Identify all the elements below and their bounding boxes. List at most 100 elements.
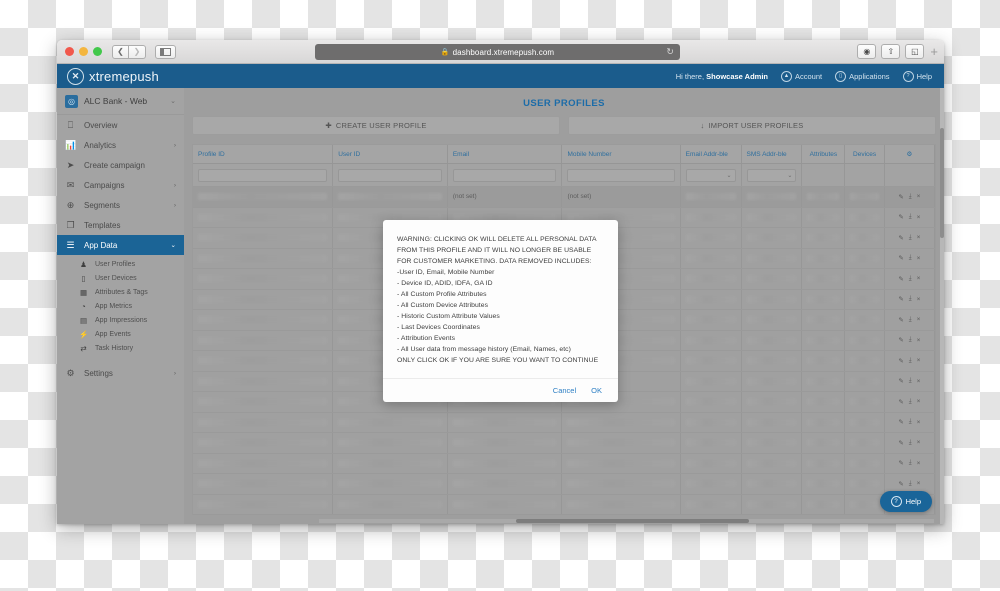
vertical-scrollbar[interactable] (940, 88, 944, 524)
column-header-sms-addressable[interactable]: SMS Addr-ble (741, 145, 803, 164)
sidebar-item-create-campaign[interactable]: ➤ Create campaign (57, 155, 184, 175)
export-profile-icon[interactable]: ⤓ (909, 439, 912, 447)
filter-email-addressable-select[interactable]: ⌄ (685, 168, 736, 182)
export-profile-icon[interactable]: ⤓ (909, 459, 912, 467)
delete-row-icon[interactable]: × (917, 357, 921, 364)
create-user-profile-button[interactable]: ✚ CREATE USER PROFILE (192, 116, 560, 135)
ok-button[interactable]: OK (591, 386, 602, 395)
sidebar-item-user-devices[interactable]: ▯ User Devices (57, 271, 184, 285)
edit-row-icon[interactable]: ✎ (898, 275, 903, 283)
delete-row-icon[interactable]: × (917, 296, 921, 303)
export-profile-icon[interactable]: ⤓ (909, 480, 912, 488)
column-header-profile-id[interactable]: Profile ID (193, 145, 334, 164)
delete-row-icon[interactable]: × (917, 255, 921, 262)
sidebar-item-templates[interactable]: ❐ Templates (57, 215, 184, 235)
export-profile-icon[interactable]: ⤓ (909, 377, 912, 385)
import-user-profiles-button[interactable]: ↓ IMPORT USER PROFILES (568, 116, 936, 135)
delete-row-icon[interactable]: × (917, 193, 921, 200)
delete-row-icon[interactable]: × (917, 337, 921, 344)
edit-row-icon[interactable]: ✎ (898, 193, 903, 201)
edit-row-icon[interactable]: ✎ (898, 336, 903, 344)
delete-row-icon[interactable]: × (917, 480, 921, 487)
column-header-email[interactable]: Email (447, 145, 563, 164)
app-selector[interactable]: ◎ ALC Bank - Web ⌄ (57, 88, 184, 115)
tab-overview-icon[interactable]: ◱ (905, 44, 925, 59)
delete-row-icon[interactable]: × (917, 398, 921, 405)
sidebar-toggle-button[interactable] (155, 44, 176, 59)
nav-account[interactable]: ▲ Account (781, 70, 822, 82)
column-header-attributes[interactable]: Attributes (801, 145, 846, 164)
export-profile-icon[interactable]: ⤓ (909, 213, 912, 221)
delete-row-icon[interactable]: × (917, 460, 921, 467)
export-profile-icon[interactable]: ⤓ (909, 254, 912, 262)
export-profile-icon[interactable]: ⤓ (909, 398, 912, 406)
delete-row-icon[interactable]: × (917, 378, 921, 385)
sidebar-item-settings[interactable]: ⚙ Settings › (57, 363, 184, 383)
column-header-email-addressable[interactable]: Email Addr-ble (680, 145, 742, 164)
vertical-scroll-thumb[interactable] (940, 128, 944, 238)
table-row[interactable]: ✎ ⤓ × (193, 473, 936, 495)
export-profile-icon[interactable]: ⤓ (909, 234, 912, 242)
edit-row-icon[interactable]: ✎ (898, 316, 903, 324)
delete-row-icon[interactable]: × (917, 419, 921, 426)
edit-row-icon[interactable]: ✎ (898, 254, 903, 262)
horizontal-scroll-thumb[interactable] (515, 519, 750, 523)
sidebar-item-segments[interactable]: ⊕ Segments › (57, 195, 184, 215)
edit-row-icon[interactable]: ✎ (898, 418, 903, 426)
window-controls[interactable] (65, 47, 102, 56)
export-profile-icon[interactable]: ⤓ (909, 357, 912, 365)
sidebar-item-user-profiles[interactable]: ♟ User Profiles (57, 257, 184, 271)
forward-button[interactable]: ❯ (129, 44, 146, 59)
table-row[interactable]: ✎⤓× (193, 494, 936, 515)
export-profile-icon[interactable]: ⤓ (909, 295, 912, 303)
table-row[interactable]: ✎ ⤓ × (193, 453, 936, 474)
sidebar-item-app-metrics[interactable]: ◔ App Metrics (57, 299, 184, 313)
brand[interactable]: ✕ xtremepush (67, 67, 159, 85)
filter-mobile-number-input[interactable] (567, 168, 675, 182)
export-profile-icon[interactable]: ⤓ (909, 418, 912, 426)
nav-help[interactable]: ? Help (902, 70, 932, 82)
sidebar-item-campaigns[interactable]: ✉ Campaigns › (57, 175, 184, 195)
column-header-user-id[interactable]: User ID (332, 145, 448, 164)
sidebar-item-attributes-tags[interactable]: ▦ Attributes & Tags (57, 285, 184, 299)
edit-row-icon[interactable]: ✎ (898, 377, 903, 385)
export-profile-icon[interactable]: ⤓ (909, 275, 912, 283)
export-profile-icon[interactable]: ⤓ (909, 336, 912, 344)
close-window-button[interactable] (65, 47, 74, 56)
share-icon[interactable]: ⇧ (881, 44, 901, 59)
edit-row-icon[interactable]: ✎ (898, 295, 903, 303)
table-row[interactable]: (not set)(not set) ✎ ⤓ × (193, 186, 936, 208)
sidebar-item-app-data[interactable]: ☰ App Data ⌄ (57, 235, 184, 255)
back-button[interactable]: ❮ (112, 44, 129, 59)
filter-user-id-input[interactable] (338, 168, 442, 182)
edit-row-icon[interactable]: ✎ (898, 480, 903, 488)
table-row[interactable]: ✎ ⤓ × (193, 412, 936, 433)
column-header-mobile-number[interactable]: Mobile Number (561, 145, 681, 164)
navigation-buttons[interactable]: ❮ ❯ (112, 44, 146, 59)
delete-row-icon[interactable]: × (917, 214, 921, 221)
delete-row-icon[interactable]: × (917, 275, 921, 282)
horizontal-scrollbar[interactable] (319, 519, 934, 523)
edit-row-icon[interactable]: ✎ (898, 213, 903, 221)
reload-icon[interactable]: ↻ (666, 47, 674, 58)
address-bar[interactable]: 🔒 dashboard.xtremepush.com ↻ (315, 44, 680, 60)
edit-row-icon[interactable]: ✎ (898, 459, 903, 467)
delete-row-icon[interactable]: × (917, 234, 921, 241)
edit-row-icon[interactable]: ✎ (898, 234, 903, 242)
sidebar-item-app-impressions[interactable]: ▤ App Impressions (57, 313, 184, 327)
help-widget-button[interactable]: ? Help (879, 491, 932, 512)
minimize-window-button[interactable] (79, 47, 88, 56)
export-profile-icon[interactable]: ⤓ (909, 193, 912, 201)
delete-row-icon[interactable]: × (917, 316, 921, 323)
sidebar-item-task-history[interactable]: ⇄ Task History (57, 341, 184, 355)
table-row[interactable]: ✎⤓× (193, 432, 936, 454)
filter-email-input[interactable] (452, 168, 557, 182)
new-tab-button[interactable]: + (930, 45, 938, 58)
export-profile-icon[interactable]: ⤓ (909, 316, 912, 324)
edit-row-icon[interactable]: ✎ (898, 357, 903, 365)
column-header-devices[interactable]: Devices (844, 145, 885, 164)
cancel-button[interactable]: Cancel (553, 386, 576, 395)
sidebar-item-analytics[interactable]: 📊 Analytics › (57, 135, 184, 155)
filter-sms-addressable-select[interactable]: ⌄ (746, 168, 797, 182)
nav-applications[interactable]: ▯ Applications (835, 70, 890, 82)
